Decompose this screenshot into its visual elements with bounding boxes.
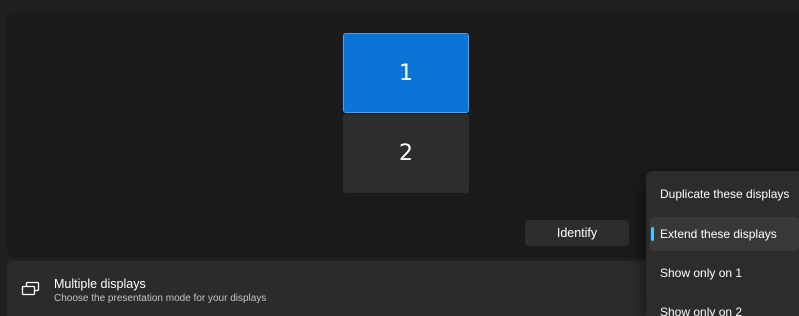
identify-button[interactable]: Identify xyxy=(525,220,629,246)
menu-item-duplicate-displays[interactable]: Duplicate these displays xyxy=(650,177,799,211)
multiple-displays-title: Multiple displays xyxy=(54,277,146,291)
menu-item-label: Show only on 1 xyxy=(660,266,743,280)
menu-item-label: Show only on 2 xyxy=(660,305,743,316)
monitor-1-label: 1 xyxy=(399,60,413,86)
monitor-2-tile[interactable]: 2 xyxy=(343,114,469,193)
monitor-2-label: 2 xyxy=(399,141,413,166)
selected-indicator xyxy=(651,227,654,241)
menu-item-extend-displays[interactable]: Extend these displays xyxy=(650,217,799,251)
presentation-mode-menu: Duplicate these displays Extend these di… xyxy=(646,171,799,316)
multiple-displays-subtitle: Choose the presentation mode for your di… xyxy=(54,293,267,304)
menu-item-show-only-on-1[interactable]: Show only on 1 xyxy=(650,256,799,290)
menu-item-label: Extend these displays xyxy=(660,227,777,241)
multiple-displays-icon xyxy=(21,281,40,296)
menu-item-label: Duplicate these displays xyxy=(660,187,790,201)
monitor-1-tile[interactable]: 1 xyxy=(343,33,469,113)
menu-item-show-only-on-2[interactable]: Show only on 2 xyxy=(650,295,799,316)
display-settings-page: 1 2 Identify Multiple displays Choose th… xyxy=(0,0,799,316)
